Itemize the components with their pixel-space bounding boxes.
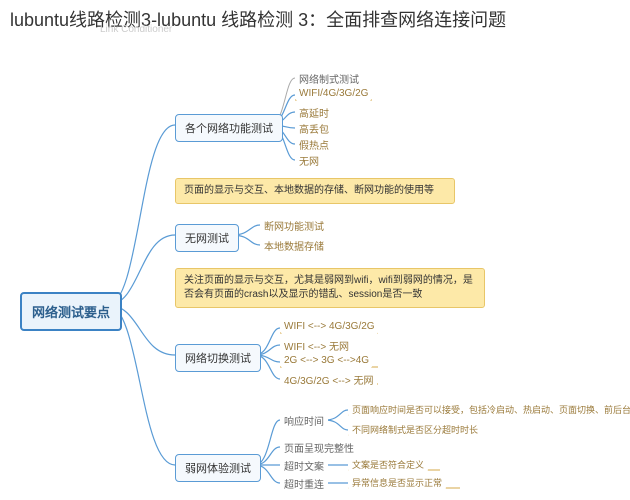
root-node: 网络测试要点 [20, 292, 122, 331]
branch-network-function: 各个网络功能测试 [175, 114, 283, 142]
leaf-no-network: 无网 [295, 151, 323, 170]
branch-weak-network: 弱网体验测试 [175, 454, 261, 482]
branch-no-network: 无网测试 [175, 224, 239, 252]
leaf-4g-none-switch: 4G/3G/2G <--> 无网 [280, 370, 377, 389]
leaf-wifi-4g: WIFI/4G/3G/2G [295, 86, 372, 101]
sub-response-time: 响应时间 [280, 411, 328, 430]
sub-timeout-reconnect: 超时重连 [280, 474, 328, 493]
watermark-text: Link Conditioner [100, 24, 172, 35]
sub-timeout-copy: 超时文案 [280, 456, 328, 475]
leaf-wifi-4g-switch: WIFI <--> 4G/3G/2G [280, 319, 379, 334]
note-switch-concern: 关注页面的显示与交互，尤其是弱网到wifi，wifi到弱网的情况，是否会有页面的… [175, 268, 485, 308]
leaf-timeout-diff: 不同网络制式是否区分超时时长 [348, 421, 482, 438]
note-page-display: 页面的显示与交互、本地数据的存储、断网功能的使用等 [175, 178, 455, 204]
leaf-response-acceptable: 页面响应时间是否可以接受，包括冷启动、热启动、页面切换、前后台切换、首屏时间 [348, 401, 630, 418]
leaf-copy-definition: 文案是否符合定义 [348, 456, 428, 473]
leaf-error-display: 异常信息是否显示正常 [348, 474, 446, 491]
mindmap-diagram: 网络测试要点 各个网络功能测试 网络制式测试 WIFI/4G/3G/2G 高延时… [0, 70, 630, 500]
page-title: lubuntu线路检测3-lubuntu 线路检测 3：全面排查网络连接问题 [0, 0, 630, 37]
leaf-2g-3g-4g-switch: 2G <--> 3G <-->4G [280, 353, 373, 368]
sub-page-integrity: 页面呈现完整性 [280, 438, 358, 457]
leaf-local-storage: 本地数据存储 [260, 236, 328, 255]
leaf-offline-function: 断网功能测试 [260, 216, 328, 235]
branch-network-switch: 网络切换测试 [175, 344, 261, 372]
